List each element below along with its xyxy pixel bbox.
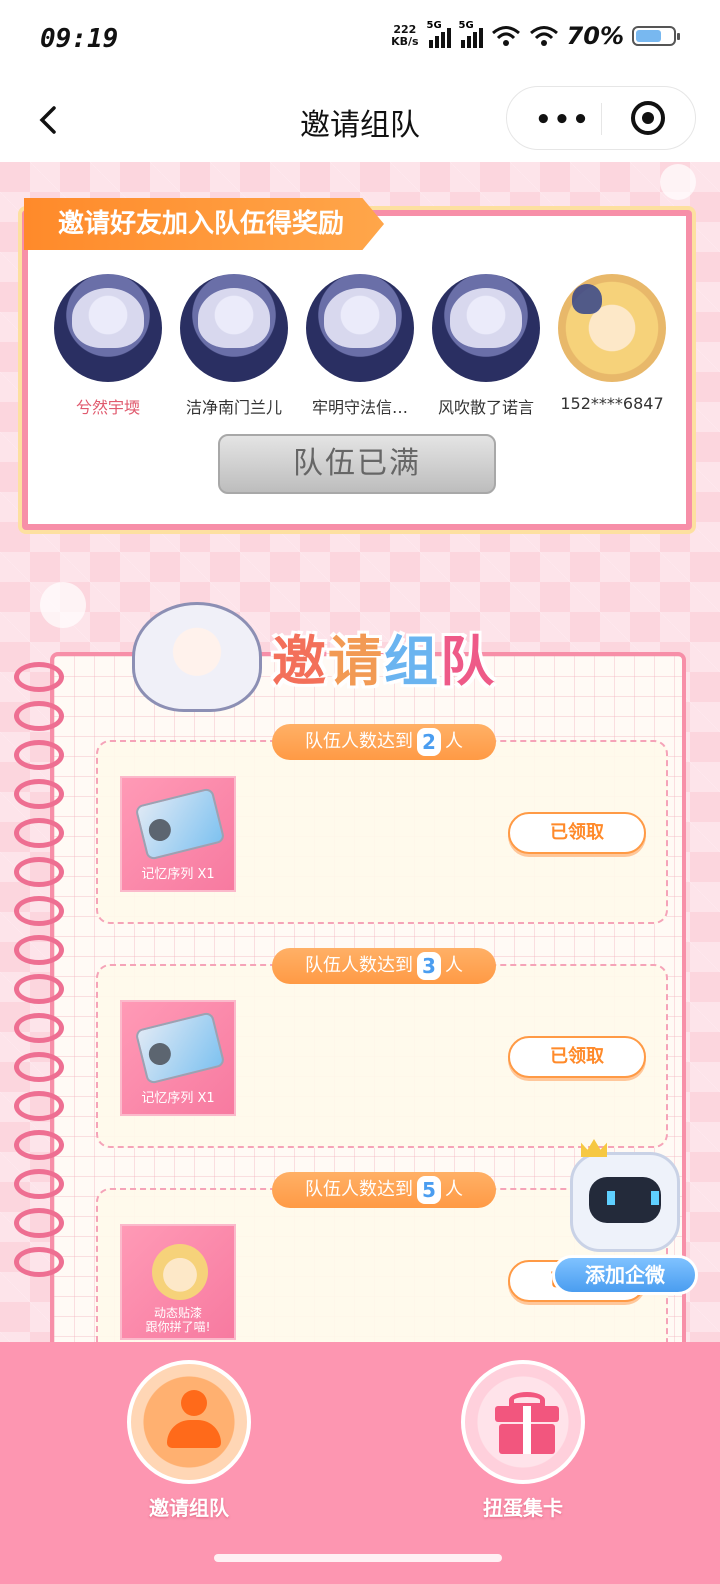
reward-tier: 队伍人数达到 3 人 记忆序列 X1 已领取 (96, 948, 668, 1148)
status-bar: 09:19 222 KB/s 5G 5G 70% (0, 0, 720, 80)
team-members: 兮然宇堧 洁净南门兰儿 牢明守法信… 风吹散了诺言 152****6847 (50, 274, 670, 418)
tab-invite-team[interactable]: 邀请组队 (124, 1360, 254, 1521)
status-icons: 222 KB/s 5G 5G 70% (391, 20, 680, 50)
avatar (54, 274, 162, 382)
chibi-character-image (132, 602, 262, 712)
member-name: 牢明守法信… (311, 398, 408, 417)
wifi-icon (491, 26, 520, 46)
reward-item-label: 记忆序列 X1 (141, 867, 215, 882)
invite-banner: 邀请好友加入队伍得奖励 (24, 198, 385, 250)
tier-count: 3 (417, 952, 441, 980)
bottom-tab-bar: 邀请组队 扭蛋集卡 (0, 1342, 720, 1584)
tab-gacha-cards[interactable]: 扭蛋集卡 (458, 1360, 588, 1521)
tier-count: 2 (417, 728, 441, 756)
claimed-button[interactable]: 已领取 (508, 812, 646, 854)
paw-decoration-icon (660, 164, 696, 200)
section-title: 邀请组队 (272, 630, 496, 693)
tab-label: 扭蛋集卡 (483, 1496, 563, 1520)
avatar (432, 274, 540, 382)
reward-item[interactable]: 记忆序列 X1 (120, 1000, 236, 1116)
avatar (180, 274, 288, 382)
team-member[interactable]: 152****6847 (554, 274, 670, 418)
reward-tier-tag: 队伍人数达到 5 人 (272, 1172, 496, 1208)
add-wecom-button[interactable]: 添加企微 (552, 1255, 698, 1295)
capsule-divider (601, 103, 602, 135)
paw-decoration-icon (40, 582, 86, 628)
notebook-rings (14, 662, 74, 1342)
member-name: 风吹散了诺言 (437, 398, 534, 417)
team-member[interactable]: 风吹散了诺言 (428, 274, 544, 418)
avatar (306, 274, 414, 382)
reward-item-label: 记忆序列 X1 (141, 1091, 215, 1106)
sticker-icon (152, 1244, 208, 1300)
battery-percent: 70% (566, 22, 624, 50)
tier-count: 5 (417, 1176, 441, 1204)
claimed-button[interactable]: 已领取 (508, 1036, 646, 1078)
wifi-icon (529, 26, 558, 46)
member-name: 152****6847 (560, 394, 664, 413)
signal-icon: 5G (427, 20, 451, 48)
home-indicator[interactable] (214, 1554, 502, 1562)
invite-card: 邀请好友加入队伍得奖励 兮然宇堧 洁净南门兰儿 牢明守法信… 风吹散了诺言 15… (22, 198, 692, 530)
team-member[interactable]: 兮然宇堧 (50, 274, 166, 418)
team-full-button[interactable]: 队伍已满 (218, 434, 496, 494)
team-member[interactable]: 洁净南门兰儿 (176, 274, 292, 418)
signal-icon: 5G (459, 20, 483, 48)
mini-program-capsule: ••• (506, 86, 696, 150)
team-member[interactable]: 牢明守法信… (302, 274, 418, 418)
people-icon (163, 1390, 223, 1454)
reward-item-label: 动态贴漆 跟你拼了喵! (145, 1306, 211, 1334)
memory-chip-icon (134, 1011, 226, 1085)
network-speed: 222 KB/s (391, 23, 419, 48)
reward-item[interactable]: 记忆序列 X1 (120, 776, 236, 892)
memory-chip-icon (134, 787, 226, 861)
battery-icon (632, 26, 680, 46)
more-button[interactable]: ••• (535, 105, 591, 135)
nav-bar: 邀请组队 ••• (0, 80, 720, 162)
member-name: 洁净南门兰儿 (185, 398, 282, 417)
reward-item[interactable]: 动态贴漆 跟你拼了喵! (120, 1224, 236, 1340)
member-name: 兮然宇堧 (75, 398, 140, 417)
gift-icon (495, 1392, 559, 1454)
avatar (558, 274, 666, 382)
status-time: 09:19 (40, 24, 119, 54)
tab-label: 邀请组队 (149, 1496, 229, 1520)
close-miniprogram-button[interactable] (631, 101, 665, 135)
reward-tier: 队伍人数达到 2 人 记忆序列 X1 已领取 (96, 724, 668, 924)
robot-mascot-icon[interactable] (570, 1139, 680, 1252)
reward-tier-tag: 队伍人数达到 2 人 (272, 724, 496, 760)
main-content: 邀请好友加入队伍得奖励 兮然宇堧 洁净南门兰儿 牢明守法信… 风吹散了诺言 15… (0, 162, 720, 1342)
reward-tier-tag: 队伍人数达到 3 人 (272, 948, 496, 984)
